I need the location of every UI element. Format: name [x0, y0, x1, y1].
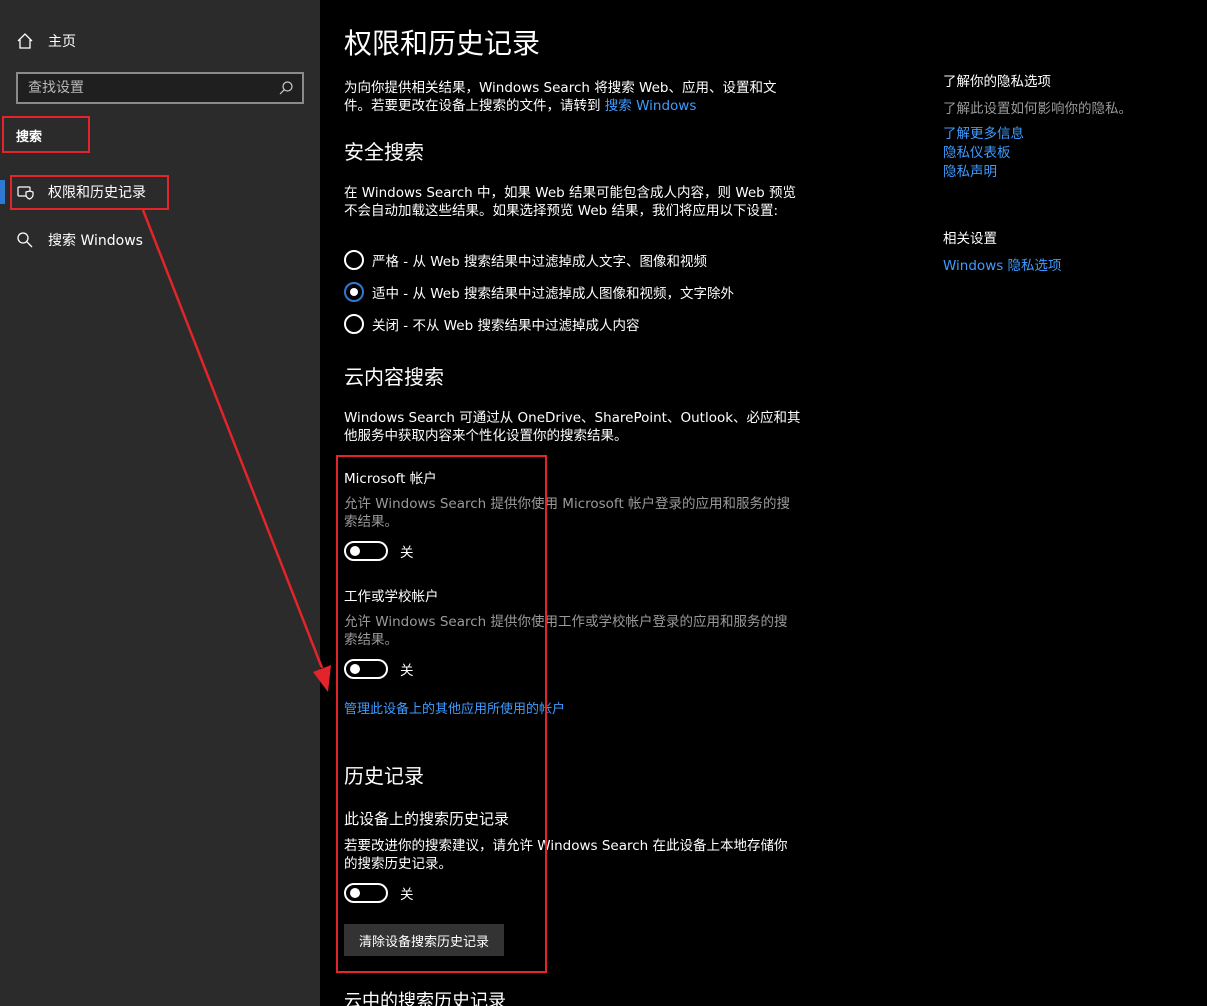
sidebar-item-search-windows[interactable]: 搜索 Windows: [0, 222, 320, 258]
radio-button[interactable]: [344, 250, 364, 270]
page-title: 权限和历史记录: [344, 27, 541, 60]
home-label: 主页: [48, 34, 76, 50]
safe-search-heading: 安全搜索: [344, 140, 424, 164]
radio-button[interactable]: [344, 314, 364, 334]
settings-search-input[interactable]: [28, 80, 278, 96]
cloud-desc-line-2: 他服务中获取内容来个性化设置你的搜索结果。: [344, 428, 628, 444]
annotation-box-permissions: [10, 175, 169, 210]
home-icon: [17, 33, 33, 49]
home-nav-item[interactable]: 主页: [16, 30, 76, 52]
radio-label: 关闭 - 不从 Web 搜索结果中过滤掉成人内容: [372, 318, 640, 334]
radio-label: 严格 - 从 Web 搜索结果中过滤掉成人文字、图像和视频: [372, 254, 707, 270]
radio-strict[interactable]: 严格 - 从 Web 搜索结果中过滤掉成人文字、图像和视频: [344, 250, 707, 270]
cloud-search-description: Windows Search 可通过从 OneDrive、SharePoint、…: [344, 409, 804, 445]
radio-off[interactable]: 关闭 - 不从 Web 搜索结果中过滤掉成人内容: [344, 314, 639, 334]
annotation-box-settings: [336, 455, 547, 973]
cloud-search-heading: 云内容搜索: [344, 365, 444, 389]
search-icon[interactable]: [278, 80, 294, 96]
search-icon: [17, 232, 33, 248]
radio-moderate[interactable]: 适中 - 从 Web 搜索结果中过滤掉成人图像和视频，文字除外: [344, 282, 734, 302]
privacy-description: 了解此设置如何影响你的隐私。: [943, 101, 1132, 117]
privacy-dashboard-link[interactable]: 隐私仪表板: [943, 141, 1011, 161]
radio-button-checked[interactable]: [344, 282, 364, 302]
cloud-desc-line-1: Windows Search 可通过从 OneDrive、SharePoint、…: [344, 410, 801, 426]
annotation-box-search: [2, 116, 90, 153]
safe-search-description: 在 Windows Search 中，如果 Web 结果可能包含成人内容，则 W…: [344, 184, 804, 220]
privacy-statement-link[interactable]: 隐私声明: [943, 160, 997, 180]
settings-search-box[interactable]: [16, 72, 304, 104]
learn-more-link[interactable]: 了解更多信息: [943, 122, 1024, 142]
search-windows-link[interactable]: 搜索 Windows: [605, 98, 697, 114]
intro-text: 为向你提供相关结果，Windows Search 将搜索 Web、应用、设置和文…: [344, 79, 804, 115]
selection-indicator: [0, 180, 5, 204]
intro-line-2: 件。若要更改在设备上搜索的文件，请转到 搜索 Windows: [344, 97, 804, 115]
related-settings-heading: 相关设置: [943, 231, 997, 247]
intro-line-1: 为向你提供相关结果，Windows Search 将搜索 Web、应用、设置和文: [344, 80, 777, 96]
safe-search-desc-line-2: 不会自动加载这些结果。如果选择预览 Web 结果，我们将应用以下设置:: [344, 203, 779, 219]
cloud-history-heading: 云中的搜索历史记录: [344, 991, 506, 1006]
windows-privacy-options-link[interactable]: Windows 隐私选项: [943, 254, 1062, 274]
safe-search-desc-line-1: 在 Windows Search 中，如果 Web 结果可能包含成人内容，则 W…: [344, 185, 797, 201]
radio-label: 适中 - 从 Web 搜索结果中过滤掉成人图像和视频，文字除外: [372, 286, 734, 302]
sidebar-item-label: 搜索 Windows: [48, 233, 143, 249]
intro-line-2-text: 件。若要更改在设备上搜索的文件，请转到: [344, 98, 601, 114]
privacy-options-heading: 了解你的隐私选项: [943, 74, 1051, 90]
